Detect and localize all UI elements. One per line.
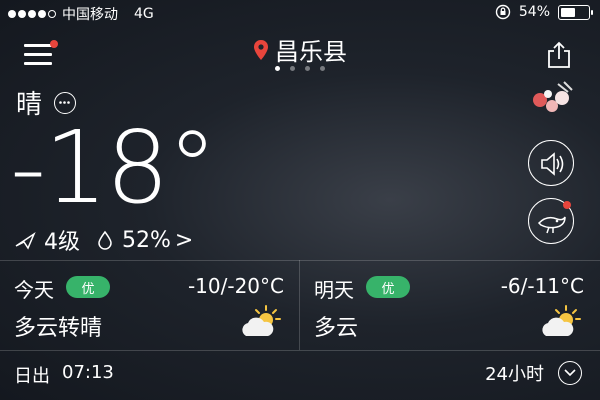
- page-dot: [290, 66, 295, 71]
- hourly-forecast-toggle[interactable]: 24小时: [485, 360, 582, 386]
- signal-strength-icon: [8, 10, 56, 18]
- wind-humidity-row[interactable]: 4级 52% >: [14, 224, 193, 256]
- location-header: 昌乐县: [0, 32, 600, 67]
- page-indicator: [0, 66, 600, 71]
- sunrise-label: 日出: [14, 366, 50, 387]
- forecast-condition: 多云: [314, 316, 359, 341]
- sunrise-info: 日出 07:13: [14, 362, 114, 388]
- carrier-name: 中国移动: [62, 7, 118, 23]
- chevron-down-icon: [558, 361, 582, 385]
- page-dot: [320, 66, 325, 71]
- wind-icon: [15, 231, 36, 250]
- partly-sunny-icon: [542, 305, 581, 336]
- bird-assistant-button[interactable]: [528, 198, 574, 244]
- partly-sunny-icon: [242, 305, 281, 336]
- forecast-condition: 多云转晴: [14, 316, 103, 341]
- forecast-day: 明天: [314, 278, 354, 302]
- sunrise-time: 07:13: [62, 362, 114, 383]
- share-button[interactable]: [544, 40, 574, 70]
- divider: [0, 260, 600, 261]
- city-selector[interactable]: 昌乐县: [253, 32, 347, 67]
- battery-percent: 54%: [518, 4, 550, 20]
- speaker-icon: [541, 152, 564, 176]
- page-dot: [275, 66, 280, 71]
- page-dot: [305, 66, 310, 71]
- forecast-temp-range: -10/-20°C: [187, 274, 284, 298]
- city-name: 昌乐县: [275, 38, 347, 66]
- status-bar: 中国移动 4G 54%: [0, 0, 600, 26]
- orientation-lock-icon: [495, 4, 511, 20]
- notification-dot: [563, 201, 571, 209]
- air-quality-badge: 优: [66, 276, 110, 298]
- battery-icon: [558, 4, 593, 20]
- humidity-value: 52%: [122, 227, 171, 253]
- air-quality-badge: 优: [366, 276, 410, 298]
- humidity-icon: [98, 230, 112, 250]
- wind-level: 4级: [44, 230, 80, 255]
- location-pin-icon: [254, 39, 268, 60]
- forecast-day: 今天: [14, 278, 54, 302]
- current-temperature: -18°: [10, 109, 217, 226]
- voice-broadcast-button[interactable]: [528, 140, 574, 186]
- forecast-today[interactable]: 今天 优 -10/-20°C 多云转晴: [0, 262, 300, 350]
- divider: [0, 350, 600, 351]
- chevron-right-icon: >: [174, 227, 194, 253]
- network-type: 4G: [134, 6, 154, 22]
- cherry-blossom-icon[interactable]: [528, 80, 576, 120]
- hourly-label: 24小时: [485, 364, 544, 385]
- share-icon: [548, 41, 570, 68]
- forecast-temp-range: -6/-11°C: [500, 274, 584, 298]
- forecast-tomorrow[interactable]: 明天 优 -6/-11°C 多云: [300, 262, 600, 350]
